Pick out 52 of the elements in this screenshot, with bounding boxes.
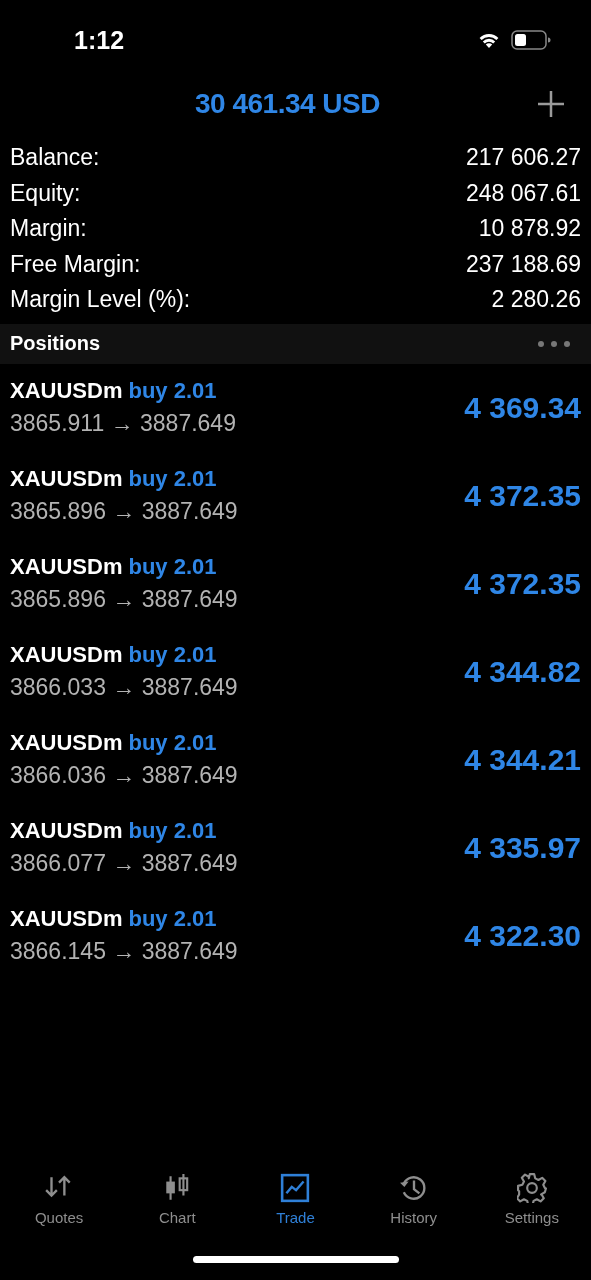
position-order: buy 2.01 <box>128 818 217 844</box>
position-prices: 3866.033 → 3887.649 <box>10 674 238 701</box>
position-symbol: XAUUSDm <box>10 818 123 844</box>
summary-label: Margin Level (%): <box>10 286 191 314</box>
summary-value: 248 067.61 <box>465 179 581 207</box>
tab-button[interactable]: Trade <box>245 1169 346 1230</box>
position-symbol: XAUUSDm <box>10 642 123 668</box>
position-profit: 4 322.30 <box>464 918 581 953</box>
position-symbol: XAUUSDm <box>10 906 123 932</box>
position-symbol: XAUUSDm <box>10 466 123 492</box>
add-icon[interactable] <box>537 90 565 118</box>
summary-label: Free Margin: <box>10 250 141 278</box>
position-order: buy 2.01 <box>128 906 217 932</box>
position-order: buy 2.01 <box>128 378 217 404</box>
wifi-icon <box>477 31 501 49</box>
position-symbol: XAUUSDm <box>10 378 123 404</box>
position-prices: 3865.911 → 3887.649 <box>10 410 236 437</box>
position-profit: 4 344.21 <box>464 742 581 777</box>
summary-label: Equity: <box>10 179 81 207</box>
position-profit: 4 335.97 <box>464 830 581 865</box>
position-prices: 3865.896 → 3887.649 <box>10 498 238 525</box>
battery-icon <box>511 30 551 50</box>
summary-value: 2 280.26 <box>491 286 581 314</box>
summary-value: 217 606.27 <box>465 144 581 172</box>
position-prices: 3866.036 → 3887.649 <box>10 762 238 789</box>
tab-button[interactable]: Chart <box>127 1169 228 1230</box>
position-order: buy 2.01 <box>128 554 217 580</box>
position-prices: 3866.077 → 3887.649 <box>10 850 238 877</box>
more-icon[interactable] <box>537 339 571 348</box>
position-profit: 4 369.34 <box>464 390 581 425</box>
summary-label: Balance: <box>10 144 100 172</box>
position-order: buy 2.01 <box>128 466 217 492</box>
position-order: buy 2.01 <box>128 730 217 756</box>
position-symbol: XAUUSDm <box>10 730 123 756</box>
summary-value: 237 188.69 <box>465 250 581 278</box>
position-prices: 3865.896 → 3887.649 <box>10 586 238 613</box>
position-profit: 4 344.82 <box>464 654 581 689</box>
tab-button[interactable]: Quotes <box>9 1169 110 1230</box>
tab-button[interactable]: History <box>363 1169 464 1230</box>
position-order: buy 2.01 <box>128 642 217 668</box>
status-time: 1:12 <box>74 25 125 55</box>
settings-icon <box>516 1173 547 1203</box>
account-balance-title: 30 461.34 USD <box>195 88 380 120</box>
summary-label: Margin: <box>10 215 87 243</box>
section-title: Positions <box>10 332 100 355</box>
tab-button[interactable]: Settings <box>481 1169 582 1230</box>
summary-value: 10 878.92 <box>478 215 581 243</box>
line-chart-icon <box>280 1173 311 1203</box>
position-prices: 3866.145 → 3887.649 <box>10 938 238 965</box>
position-profit: 4 372.35 <box>464 566 581 601</box>
position-symbol: XAUUSDm <box>10 554 123 580</box>
position-profit: 4 372.35 <box>464 478 581 513</box>
